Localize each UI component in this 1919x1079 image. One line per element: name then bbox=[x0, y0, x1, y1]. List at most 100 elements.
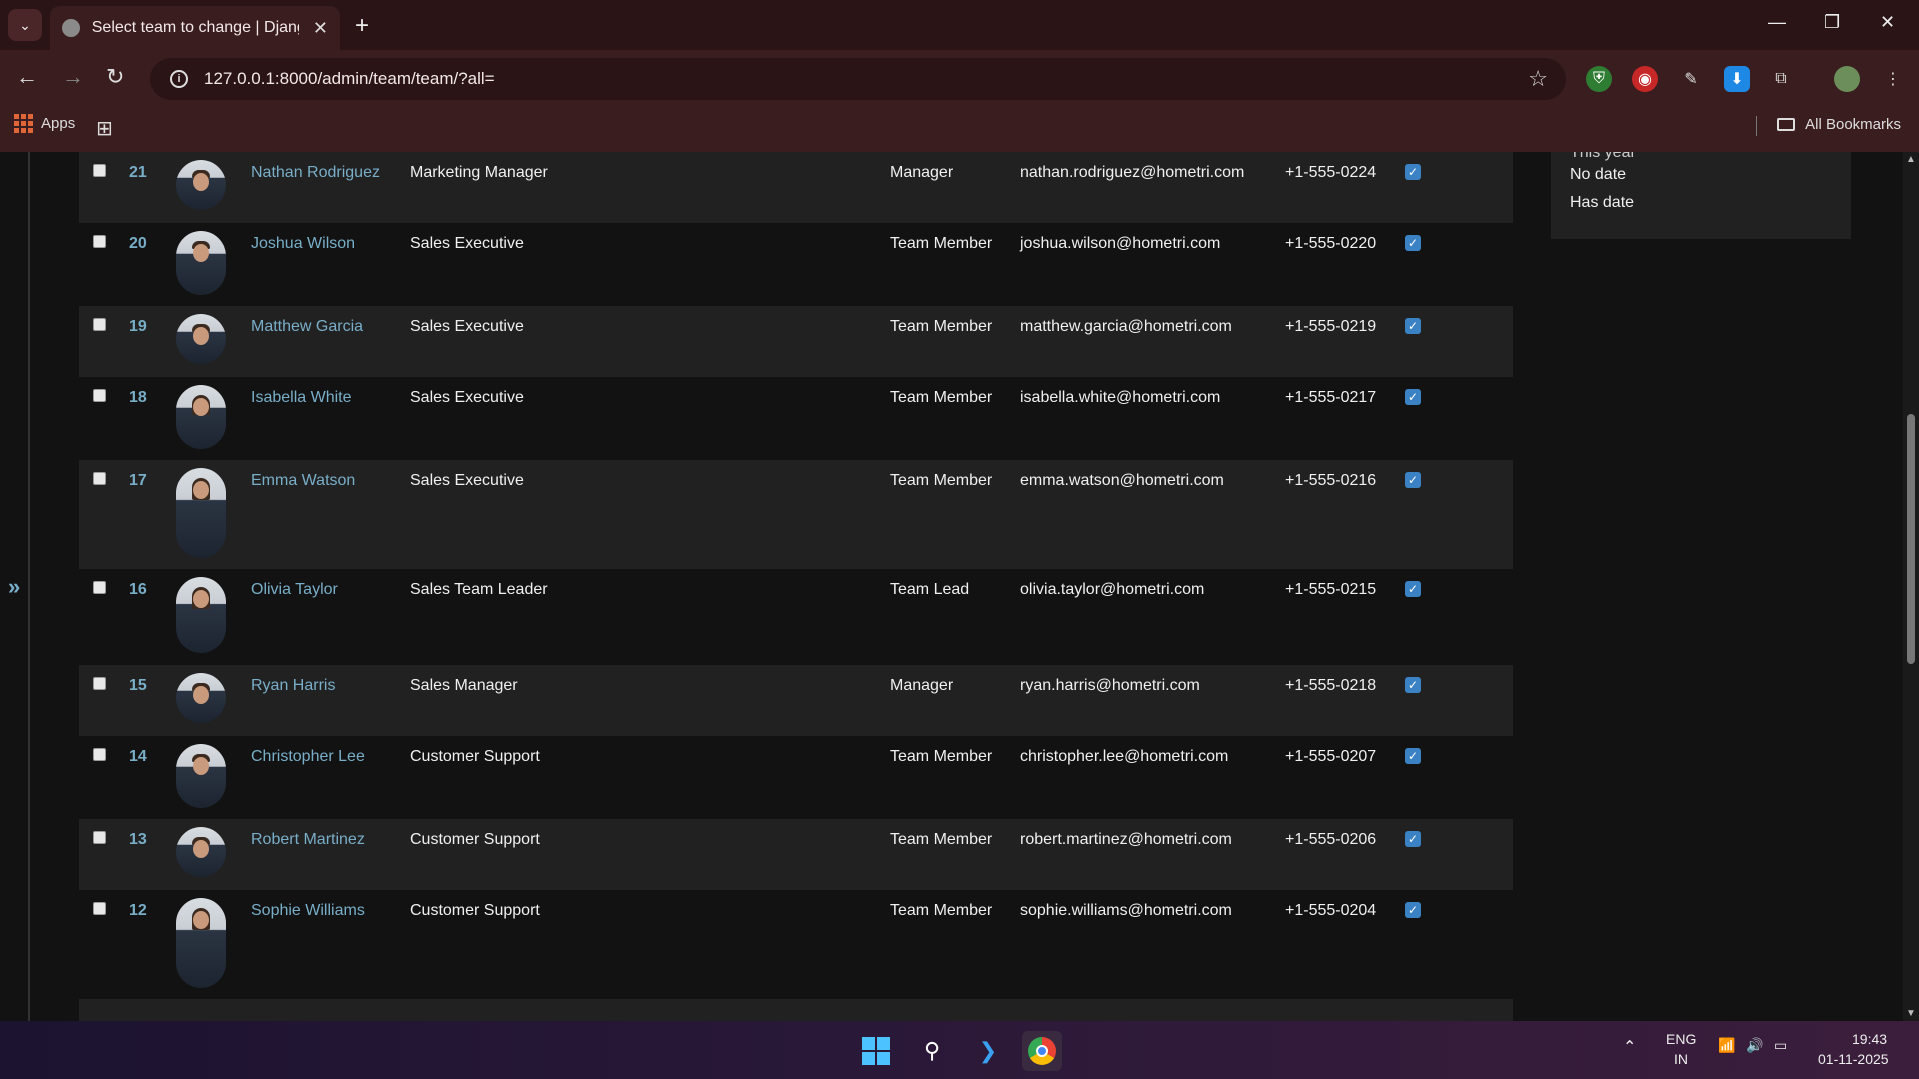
language-bottom[interactable]: IN bbox=[1674, 1051, 1688, 1067]
row-select-checkbox[interactable] bbox=[93, 164, 106, 177]
address-bar[interactable]: i 127.0.0.1:8000/admin/team/team/?all= ☆ bbox=[150, 58, 1566, 100]
row-id[interactable]: 21 bbox=[129, 164, 147, 182]
reload-button[interactable]: ↻ bbox=[106, 64, 124, 90]
profile-avatar[interactable] bbox=[1834, 66, 1860, 92]
row-select-checkbox[interactable] bbox=[93, 677, 106, 690]
browser-chrome: ⌄ Select team to change | Django ✕ + — ❐… bbox=[0, 0, 1919, 152]
team-photo bbox=[176, 314, 226, 364]
scroll-thumb[interactable] bbox=[1907, 414, 1915, 664]
restore-button[interactable]: ❐ bbox=[1824, 12, 1840, 33]
chrome-icon[interactable] bbox=[1022, 1031, 1062, 1071]
member-name-link[interactable]: Matthew Garcia bbox=[251, 318, 363, 336]
forward-button[interactable]: → bbox=[62, 64, 84, 90]
table-row: 14 Christopher Lee Customer Support Team… bbox=[79, 736, 1513, 819]
active-check-icon: ✓ bbox=[1405, 831, 1421, 847]
row-id[interactable]: 14 bbox=[129, 748, 147, 766]
team-photo bbox=[176, 827, 226, 877]
row-select-checkbox[interactable] bbox=[93, 902, 106, 915]
member-name-link[interactable]: Joshua Wilson bbox=[251, 235, 355, 253]
member-name-link[interactable]: Christopher Lee bbox=[251, 748, 365, 766]
row-id[interactable]: 17 bbox=[129, 472, 147, 490]
tab-search-button[interactable]: ⌄ bbox=[8, 9, 42, 41]
site-info-icon[interactable]: i bbox=[170, 70, 188, 88]
member-name-link[interactable]: Olivia Taylor bbox=[251, 581, 338, 599]
row-id[interactable]: 15 bbox=[129, 677, 147, 695]
active-check-icon: ✓ bbox=[1405, 164, 1421, 180]
row-id[interactable]: 12 bbox=[129, 902, 147, 920]
email: christopher.lee@hometri.com bbox=[1020, 748, 1229, 765]
download-extension-icon[interactable]: ⬇ bbox=[1724, 66, 1750, 92]
volume-icon[interactable]: 🔊 bbox=[1746, 1037, 1763, 1054]
row-select-checkbox[interactable] bbox=[93, 581, 106, 594]
role: Team Member bbox=[890, 472, 993, 489]
filter-has-date[interactable]: Has date bbox=[1570, 194, 1634, 212]
bookmark-star-icon[interactable]: ☆ bbox=[1528, 66, 1548, 92]
shield-extension-icon[interactable]: ⛨ bbox=[1586, 66, 1612, 92]
role: Team Lead bbox=[890, 581, 970, 598]
scroll-up-icon[interactable]: ▲ bbox=[1906, 154, 1916, 165]
designation: Sales Executive bbox=[410, 235, 524, 252]
eyedropper-extension-icon[interactable]: ✎ bbox=[1678, 66, 1704, 92]
new-tab-button[interactable]: + bbox=[355, 12, 369, 40]
role: Team Member bbox=[890, 748, 993, 765]
phone: +1-555-0218 bbox=[1285, 677, 1377, 694]
row-select-checkbox[interactable] bbox=[93, 235, 106, 248]
row-select-checkbox[interactable] bbox=[93, 318, 106, 331]
member-name-link[interactable]: Emma Watson bbox=[251, 472, 355, 490]
row-id[interactable]: 20 bbox=[129, 235, 147, 253]
row-id[interactable]: 19 bbox=[129, 318, 147, 336]
tab-strip: ⌄ Select team to change | Django ✕ + — ❐… bbox=[0, 0, 1919, 50]
back-button[interactable]: ← bbox=[16, 64, 38, 90]
vscode-icon[interactable]: ❯ bbox=[968, 1031, 1008, 1071]
windows-start-icon[interactable] bbox=[856, 1031, 896, 1071]
battery-icon[interactable]: ▭ bbox=[1774, 1037, 1787, 1054]
wifi-icon[interactable]: 📶 bbox=[1718, 1037, 1735, 1054]
table-row-partial bbox=[79, 999, 1513, 1021]
member-name-link[interactable]: Nathan Rodriguez bbox=[251, 164, 380, 182]
row-select-checkbox[interactable] bbox=[93, 472, 106, 485]
menu-kebab-icon[interactable]: ⋮ bbox=[1880, 66, 1906, 92]
search-icon[interactable]: ⚲ bbox=[912, 1031, 952, 1071]
member-name-link[interactable]: Robert Martinez bbox=[251, 831, 365, 849]
row-select-checkbox[interactable] bbox=[93, 831, 106, 844]
url-text: 127.0.0.1:8000/admin/team/team/?all= bbox=[204, 69, 495, 88]
table-row: 18 Isabella White Sales Executive Team M… bbox=[79, 377, 1513, 460]
clock-date[interactable]: 01-11-2025 bbox=[1818, 1051, 1889, 1067]
row-id[interactable]: 16 bbox=[129, 581, 147, 599]
all-bookmarks-label: All Bookmarks bbox=[1805, 116, 1901, 133]
apps-bookmark[interactable]: Apps bbox=[14, 114, 75, 133]
team-photo bbox=[176, 744, 226, 808]
all-bookmarks-button[interactable]: All Bookmarks bbox=[1777, 116, 1901, 133]
member-name-link[interactable]: Isabella White bbox=[251, 389, 352, 407]
team-photo bbox=[176, 577, 226, 653]
tab-groups-icon[interactable]: ⊞ bbox=[96, 116, 113, 141]
close-tab-icon[interactable]: ✕ bbox=[313, 18, 328, 39]
nav-sidebar-toggle[interactable]: » bbox=[0, 152, 30, 1021]
clock-time[interactable]: 19:43 bbox=[1852, 1031, 1887, 1047]
close-window-button[interactable]: ✕ bbox=[1880, 12, 1895, 33]
member-name-link[interactable]: Sophie Williams bbox=[251, 902, 365, 920]
row-select-checkbox[interactable] bbox=[93, 389, 106, 402]
row-id[interactable]: 13 bbox=[129, 831, 147, 849]
language-top[interactable]: ENG bbox=[1666, 1031, 1696, 1047]
row-id[interactable]: 18 bbox=[129, 389, 147, 407]
row-select-checkbox[interactable] bbox=[93, 748, 106, 761]
active-check-icon: ✓ bbox=[1405, 318, 1421, 334]
browser-tab[interactable]: Select team to change | Django ✕ bbox=[50, 6, 340, 50]
show-hidden-icons[interactable]: ⌃ bbox=[1623, 1037, 1636, 1057]
member-name-link[interactable]: Ryan Harris bbox=[251, 677, 335, 695]
expand-sidebar-icon[interactable]: » bbox=[8, 574, 20, 600]
folder-icon bbox=[1777, 118, 1796, 131]
role: Team Member bbox=[890, 831, 993, 848]
code-extension-icon[interactable]: ◉ bbox=[1632, 66, 1658, 92]
scroll-down-icon[interactable]: ▼ bbox=[1906, 1008, 1916, 1019]
filter-this-year[interactable]: This year bbox=[1570, 152, 1636, 162]
filter-no-date[interactable]: No date bbox=[1570, 166, 1626, 184]
minimize-button[interactable]: — bbox=[1768, 12, 1786, 33]
extensions-puzzle-icon[interactable]: ⧉ bbox=[1768, 66, 1794, 92]
page-scrollbar[interactable]: ▲ ▼ bbox=[1903, 152, 1919, 1021]
toolbar: ← → ↻ i 127.0.0.1:8000/admin/team/team/?… bbox=[0, 58, 1919, 100]
designation: Customer Support bbox=[410, 831, 540, 848]
phone: +1-555-0219 bbox=[1285, 318, 1377, 335]
email: joshua.wilson@hometri.com bbox=[1020, 235, 1221, 252]
